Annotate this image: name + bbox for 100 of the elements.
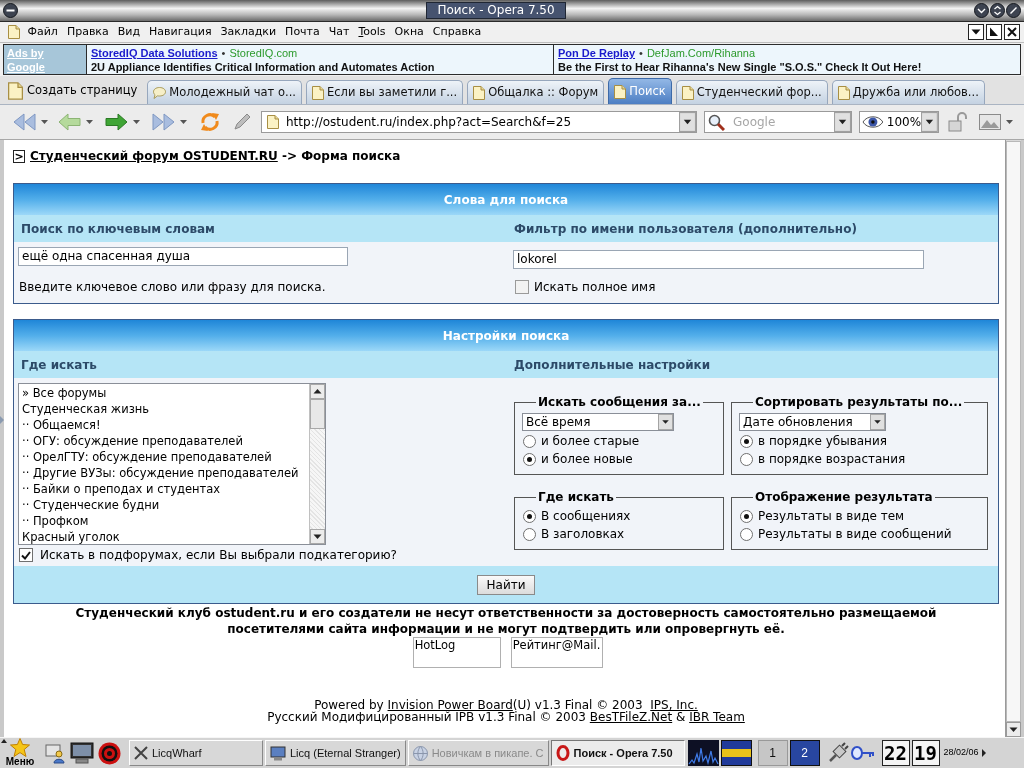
- menu-item[interactable]: Почта: [280, 22, 325, 42]
- radio-button[interactable]: [523, 509, 536, 523]
- target-icon[interactable]: [98, 741, 121, 765]
- page-icon: [267, 115, 279, 129]
- menu-item[interactable]: Окна: [390, 22, 429, 42]
- radio-button[interactable]: [740, 434, 753, 448]
- zoom-dropdown[interactable]: 100%: [859, 111, 939, 133]
- group-legend: Искать сообщения за...: [536, 395, 703, 410]
- ad-title-link[interactable]: StoredIQ Data Solutions: [91, 46, 218, 60]
- task-button[interactable]: LicqWharf: [129, 740, 263, 766]
- ad-text: 2U Appliance Identifies Critical Information and Automates Action: [91, 60, 436, 74]
- footer-link[interactable]: Invision Power Board: [387, 698, 513, 712]
- checkmark-icon: [21, 550, 31, 560]
- radio-button[interactable]: [523, 452, 536, 466]
- caret-down-icon[interactable]: [86, 120, 93, 124]
- scroll-up-button[interactable]: [310, 384, 325, 399]
- listbox-option[interactable]: ·· Другие ВУЗы: обсуждение преподавателей: [19, 465, 309, 481]
- listbox-option[interactable]: ·· ОрелГТУ: обсуждение преподавателей: [19, 449, 309, 465]
- browser-tab[interactable]: Студенческий фор...: [675, 80, 828, 104]
- menu-item[interactable]: Вид: [113, 22, 145, 42]
- new-page-button[interactable]: Создать страницу: [6, 77, 140, 104]
- username-field[interactable]: lokorel: [513, 250, 924, 269]
- forward-arrow-icon[interactable]: [105, 113, 128, 131]
- listbox-option[interactable]: Студенческая жизнь: [19, 401, 309, 417]
- dropdown-arrow-icon[interactable]: [679, 112, 696, 132]
- menu-item[interactable]: Файл: [23, 22, 63, 42]
- dropdown-select[interactable]: Дате обновления: [739, 413, 886, 431]
- radio-label: В заголовках: [541, 527, 625, 541]
- caret-down-icon[interactable]: [1006, 120, 1013, 124]
- image-icon[interactable]: [979, 114, 1001, 130]
- radio-button[interactable]: [523, 527, 536, 541]
- dropdown-arrow-icon[interactable]: [834, 112, 851, 132]
- caret-down-icon[interactable]: [41, 120, 48, 124]
- dropdown-arrow-icon[interactable]: [658, 414, 673, 430]
- footer-credit: Русский Модифицированный IPB v1.3 Final © 2003 BesTFileZ.Net & IBR Team: [266, 711, 746, 723]
- column-heading: Где искать: [20, 356, 97, 374]
- task-button[interactable]: Поиск - Opera 7.50: [550, 740, 685, 766]
- browser-tab[interactable]: Дружба или любов...: [831, 80, 985, 104]
- slash-circle-icon[interactable]: [1006, 3, 1021, 18]
- radio-button[interactable]: [523, 434, 536, 448]
- radio-button[interactable]: [740, 452, 753, 466]
- radio-button[interactable]: [740, 509, 753, 523]
- listbox-option[interactable]: Красный уголок: [19, 529, 309, 545]
- dropdown-icon[interactable]: [968, 24, 984, 40]
- caret-right-icon[interactable]: [981, 749, 986, 757]
- monitor-icon[interactable]: [70, 742, 94, 764]
- menu-item[interactable]: Справка: [428, 22, 486, 42]
- chevron-up-down-icon[interactable]: [990, 3, 1005, 18]
- browser-tab[interactable]: Общалка :: Форум: [467, 80, 605, 104]
- ad-title-link[interactable]: Pon De Replay: [558, 46, 636, 60]
- disclaimer-text: Студенческий клуб ostudent.ru и его создатели не несут ответственности за достоверность самостоятельно размещаемой посетителями сайта информации и не могут подтвердить или опровергнуть её.: [74, 605, 938, 637]
- menu-item[interactable]: Правка: [62, 22, 114, 42]
- footer-link[interactable]: IPS, Inc.: [650, 698, 698, 712]
- caret-up-icon: [1, 739, 7, 743]
- start-menu-button[interactable]: Меню: [0, 738, 40, 768]
- dropdown-arrow-icon[interactable]: [921, 112, 938, 132]
- group-legend: Отображение результата: [753, 490, 935, 505]
- activity-graph-icon: [687, 740, 719, 766]
- task-button[interactable]: Licq (Eternal Stranger): [265, 740, 406, 766]
- desktop-pager-button[interactable]: 2: [789, 740, 820, 766]
- x-mark-icon: [134, 746, 148, 760]
- footer-link[interactable]: IBR Team: [689, 710, 745, 724]
- footer-link[interactable]: BesTFileZ.Net: [589, 710, 673, 724]
- scroll-down-button[interactable]: [310, 529, 325, 544]
- caret-down-icon[interactable]: [133, 120, 140, 124]
- listbox-option[interactable]: ·· Байки о преподах и студентах: [19, 481, 309, 497]
- scroll-down-button[interactable]: [1006, 722, 1021, 737]
- minus-circle-icon[interactable]: [3, 3, 18, 18]
- browser-tab[interactable]: Если вы заметили г...: [306, 80, 464, 104]
- checkbox[interactable]: [19, 548, 33, 562]
- radio-button[interactable]: [740, 527, 753, 541]
- caret-down-icon[interactable]: [180, 120, 187, 124]
- pencil-icon[interactable]: [233, 113, 251, 131]
- listbox-option[interactable]: ·· Профком: [19, 513, 309, 529]
- radio-label: и более старые: [541, 434, 640, 448]
- page-icon: [473, 85, 486, 100]
- menu-item[interactable]: Закладки: [216, 22, 281, 42]
- checkbox[interactable]: [515, 280, 529, 294]
- dropdown-select[interactable]: Всё время: [522, 413, 674, 431]
- scrollbar-thumb[interactable]: [310, 399, 325, 429]
- date-text: 28/02/06: [943, 746, 979, 760]
- listbox-option[interactable]: ·· Студенческие будни: [19, 497, 309, 513]
- user-monitor-icon[interactable]: [44, 742, 66, 764]
- listbox-option[interactable]: ·· Общаемся!: [19, 417, 309, 433]
- breadcrumb-link[interactable]: Студенческий форум OSTUDENT.RU: [30, 149, 278, 163]
- address-field[interactable]: http://ostudent.ru/index.php?act=Search&f=25: [261, 111, 697, 133]
- menu-item[interactable]: Чат: [324, 22, 354, 42]
- forum-listbox[interactable]: [18, 383, 326, 545]
- menu-item[interactable]: Навигация: [144, 22, 216, 42]
- submit-button[interactable]: Найти: [476, 574, 536, 595]
- listbox-option[interactable]: ·· ОГУ: обсуждение преподавателей: [19, 433, 309, 449]
- browser-tab[interactable]: Молодежный чат о...: [147, 80, 302, 104]
- dropdown-arrow-icon[interactable]: [870, 414, 885, 430]
- chevron-down-icon[interactable]: [974, 3, 989, 18]
- close-icon[interactable]: [1004, 24, 1020, 40]
- computer-icon: [270, 745, 286, 761]
- keywords-field[interactable]: ещё одна спасенная душа: [18, 247, 348, 266]
- listbox-option[interactable]: » Все форумы: [19, 385, 309, 401]
- menu-item[interactable]: Tools: [353, 22, 391, 42]
- desktop-pager-button[interactable]: 1: [757, 740, 788, 766]
